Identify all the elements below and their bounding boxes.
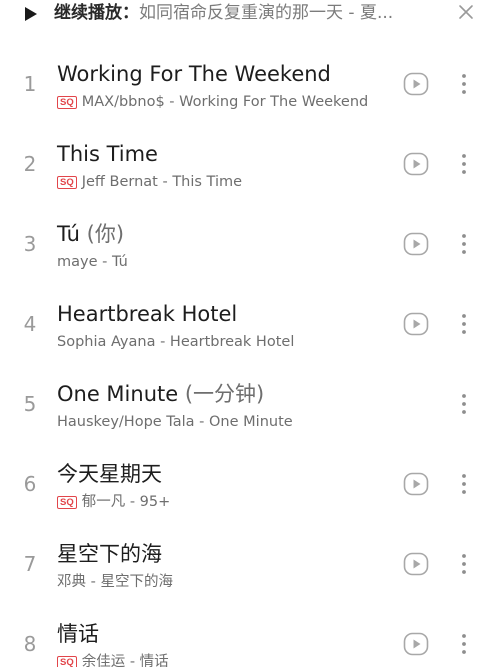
song-title-translation: (一分钟) (178, 382, 265, 406)
video-play-icon[interactable] (403, 551, 429, 577)
song-title: 情话 (57, 620, 99, 648)
song-index: 5 (23, 392, 37, 416)
song-index: 1 (23, 72, 37, 96)
song-index: 6 (23, 472, 37, 496)
song-index: 7 (23, 552, 37, 576)
song-row[interactable]: 4 Heartbreak Hotel Sophia Ayana - Heartbre… (0, 282, 500, 362)
more-options-icon[interactable] (456, 311, 472, 337)
song-row[interactable]: 8 情话 SQ 余佳运 - 情话 (0, 602, 500, 667)
song-title: One Minute (一分钟) (57, 380, 264, 408)
song-artist-album: Hauskey/Hope Tala - One Minute (57, 414, 293, 430)
more-options-icon[interactable] (456, 151, 472, 177)
song-title-main: One Minute (57, 382, 179, 406)
sq-quality-badge: SQ (57, 495, 77, 509)
song-title-main: Tú (57, 222, 80, 246)
resume-playback-bar[interactable]: 继续播放：如同宿命反复重演的那一天 - 夏... (0, 0, 500, 42)
song-subtitle: Sophia Ayana - Heartbreak Hotel (57, 332, 294, 352)
resume-text[interactable]: 继续播放：如同宿命反复重演的那一天 - 夏... (54, 1, 444, 25)
song-index: 8 (23, 632, 37, 656)
song-row[interactable]: 5 One Minute (一分钟) Hauskey/Hope Tala - One… (0, 362, 500, 442)
more-options-icon[interactable] (456, 551, 472, 577)
play-icon[interactable] (23, 6, 39, 22)
song-title: Working For The Weekend (57, 60, 331, 88)
song-row[interactable]: 3 Tú (你) maye - Tú (0, 202, 500, 282)
video-play-icon[interactable] (403, 471, 429, 497)
resume-separator: ： (122, 3, 139, 23)
more-options-icon[interactable] (456, 391, 472, 417)
song-artist-album: Jeff Bernat - This Time (81, 174, 243, 190)
song-subtitle: maye - Tú (57, 252, 128, 272)
more-options-icon[interactable] (456, 471, 472, 497)
song-title-main: Working For The Weekend (57, 62, 331, 86)
resume-label: 继续播放 (54, 3, 122, 23)
more-options-icon[interactable] (456, 631, 472, 657)
song-subtitle: SQ 郁一凡 - 95+ (57, 492, 170, 512)
sq-quality-badge: SQ (57, 95, 77, 109)
more-options-icon[interactable] (456, 71, 472, 97)
song-index: 4 (23, 312, 37, 336)
song-artist-album: 余佳运 - 情话 (81, 654, 169, 667)
more-options-icon[interactable] (456, 231, 472, 257)
song-artist-album: Sophia Ayana - Heartbreak Hotel (57, 334, 295, 350)
video-play-icon[interactable] (403, 71, 429, 97)
video-play-icon[interactable] (403, 311, 429, 337)
song-title: Tú (你) (57, 220, 124, 248)
song-artist-album: 邓典 - 星空下的海 (57, 574, 173, 590)
song-artist-album: MAX/bbno$ - Working For The Weekend (81, 94, 369, 110)
song-index: 2 (23, 152, 37, 176)
song-title-main: 今天星期天 (57, 462, 162, 486)
song-title: 今天星期天 (57, 460, 162, 488)
song-subtitle: 邓典 - 星空下的海 (57, 572, 173, 592)
song-title-main: 情话 (57, 622, 99, 646)
song-artist-album: maye - Tú (57, 254, 128, 270)
song-subtitle: SQ Jeff Bernat - This Time (57, 172, 242, 192)
sq-quality-badge: SQ (57, 655, 77, 667)
song-row[interactable]: 1 Working For The Weekend SQ MAX/bbno$ - Wo… (0, 42, 500, 122)
song-subtitle: SQ MAX/bbno$ - Working For The Weekend (57, 92, 368, 112)
song-title-main: 星空下的海 (57, 542, 162, 566)
video-play-icon[interactable] (403, 151, 429, 177)
song-title-main: Heartbreak Hotel (57, 302, 238, 326)
song-row[interactable]: 2 This Time SQ Jeff Bernat - This Time (0, 122, 500, 202)
close-icon[interactable] (456, 2, 476, 22)
song-index: 3 (23, 232, 37, 256)
song-artist-album: 郁一凡 - 95+ (81, 494, 171, 510)
playlist-screen: 继续播放：如同宿命反复重演的那一天 - 夏... 1 Working For Th… (0, 0, 500, 667)
song-title: Heartbreak Hotel (57, 300, 237, 328)
song-row[interactable]: 6 今天星期天 SQ 郁一凡 - 95+ (0, 442, 500, 522)
song-subtitle: Hauskey/Hope Tala - One Minute (57, 412, 293, 432)
song-title-main: This Time (57, 142, 158, 166)
song-title-translation: (你) (79, 222, 125, 246)
song-subtitle: SQ 余佳运 - 情话 (57, 652, 169, 667)
song-row[interactable]: 7 星空下的海邓典 - 星空下的海 (0, 522, 500, 602)
video-play-icon[interactable] (403, 231, 429, 257)
resume-song-title: 如同宿命反复重演的那一天 - 夏... (139, 3, 394, 23)
sq-quality-badge: SQ (57, 175, 77, 189)
song-title: This Time (57, 140, 158, 168)
video-play-icon[interactable] (403, 631, 429, 657)
song-title: 星空下的海 (57, 540, 162, 568)
